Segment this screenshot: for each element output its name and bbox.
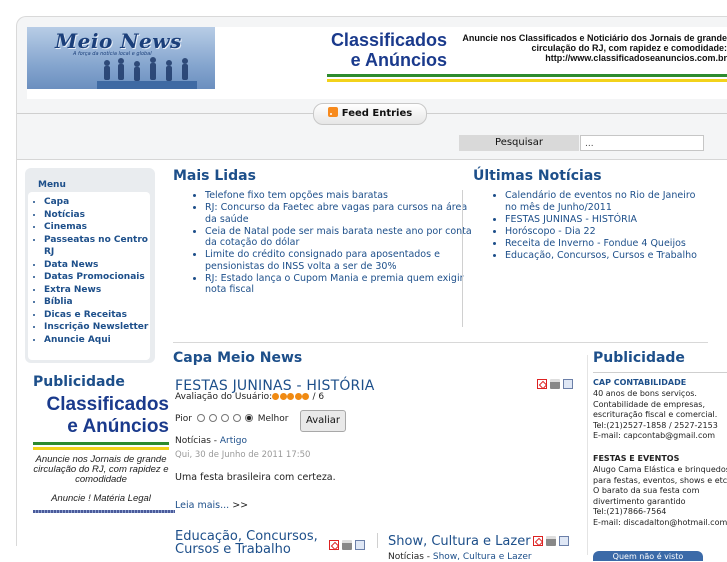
read-more-suffix: >>	[232, 500, 249, 511]
people-silhouettes-icon	[97, 57, 197, 89]
capa-heading: Capa Meio News	[173, 350, 303, 366]
header-stripes	[327, 74, 727, 82]
rating-stars	[272, 392, 310, 402]
melhor-label: Melhor	[257, 414, 289, 424]
print-icon[interactable]	[342, 540, 352, 550]
vote-row: Pior Melhor	[175, 414, 288, 424]
pior-label: Pior	[175, 414, 192, 424]
ultimas-item[interactable]: Calendário de eventos no Rio de Janeiro …	[505, 190, 705, 213]
menu-box: Menu Capa Notícias Cinemas Passeatas no …	[25, 168, 155, 363]
mais-lidas-list: Telefone fixo tem opções mais baratas RJ…	[173, 190, 475, 296]
menu-item-extra-news[interactable]: Extra News	[44, 284, 150, 297]
right-pub-line	[593, 372, 727, 373]
avaliar-button[interactable]: Avaliar	[300, 410, 346, 432]
menu-item-data-news[interactable]: Data News	[44, 259, 150, 272]
menu-item-datas-promocionais[interactable]: Datas Promocionais	[44, 271, 150, 284]
vote-radio-1[interactable]	[196, 414, 205, 422]
ultimas-item[interactable]: Receita de Inverno - Fondue 4 Queijos	[505, 238, 705, 250]
article3-category-link[interactable]: Show, Cultura e Lazer	[433, 552, 532, 562]
mais-lidas-item[interactable]: RJ: Estado lança o Cupom Mania e premia …	[205, 273, 475, 296]
right-publicidade-heading: Publicidade	[593, 350, 685, 366]
left-classificados-line1: Classificados	[46, 394, 170, 415]
header: Meio News A força da notícia local e glo…	[27, 27, 727, 99]
right-publicidade: Publicidade CAP CONTABILIDADE 40 anos de…	[593, 350, 727, 550]
category-prefix: Notícias -	[175, 436, 220, 446]
left-pub-text2: Anuncie ! Matéria Legal	[51, 493, 151, 504]
menu-item-passeatas[interactable]: Passeatas no Centro RJ	[44, 234, 150, 259]
cap-contabilidade-text: 40 anos de bons serviços. Contabilidade …	[593, 389, 718, 440]
right-column-divider	[587, 355, 588, 555]
feed-entries-label: Feed Entries	[341, 108, 413, 119]
pdf-icon[interactable]	[329, 540, 339, 550]
article-category: Notícias - Artigo	[175, 436, 247, 446]
ultimas-noticias-heading: Últimas Notícias	[473, 168, 602, 184]
menu-item-inscricao-newsletter[interactable]: Inscrição Newsletter	[44, 321, 150, 334]
search-label: Pesquisar	[459, 135, 579, 151]
mais-lidas-item[interactable]: Telefone fixo tem opções mais baratas	[205, 190, 475, 202]
column-divider	[462, 190, 463, 327]
mais-lidas-item[interactable]: Ceia de Natal pode ser mais barata neste…	[205, 226, 475, 249]
search-input[interactable]: ...	[580, 135, 704, 151]
ultimas-item[interactable]: Horóscopo - Dia 22	[505, 226, 705, 238]
article2-title[interactable]: Educação, Concursos, Cursos e Trabalho	[175, 530, 320, 556]
menu-item-noticias[interactable]: Notícias	[44, 209, 150, 222]
read-more-row: Leia mais... >>	[175, 500, 248, 511]
read-more-link[interactable]: Leia mais...	[175, 500, 229, 511]
email-icon[interactable]	[355, 540, 365, 550]
menu-item-biblia[interactable]: Bíblia	[44, 296, 150, 309]
article-date: Qui, 30 de Junho de 2011 17:50	[175, 450, 311, 460]
ultimas-noticias-list: Calendário de eventos no Rio de Janeiro …	[473, 190, 705, 262]
left-pub-stripes	[33, 442, 169, 450]
section-divider	[173, 342, 708, 343]
main-content: Menu Capa Notícias Cinemas Passeatas no …	[17, 159, 727, 562]
rss-icon	[327, 107, 338, 117]
article-icons	[537, 379, 576, 389]
left-publicidade-heading: Publicidade	[33, 374, 125, 390]
article3-category-prefix: Notícias -	[388, 552, 433, 562]
classificados-title-line1: Classificados	[330, 30, 447, 50]
festas-eventos-title[interactable]: FESTAS E EVENTOS	[593, 454, 679, 463]
print-icon[interactable]	[550, 379, 560, 389]
classificados-title-line2: e Anúncios	[350, 50, 447, 70]
article2-icons	[329, 540, 368, 550]
classificados-text: Anuncie nos Classificados e Noticiário d…	[462, 33, 727, 63]
article-body: Uma festa brasileira com certeza.	[175, 472, 336, 483]
email-icon[interactable]	[563, 379, 573, 389]
article3-title[interactable]: Show, Cultura e Lazer	[388, 534, 531, 549]
ultimas-item[interactable]: FESTAS JUNINAS - HISTÓRIA	[505, 214, 705, 226]
festas-eventos-text: Alugo Cama Elástica e brinquedos para fe…	[593, 465, 727, 527]
logo-title: Meio News	[55, 29, 182, 53]
menu-item-anuncie-aqui[interactable]: Anuncie Aqui	[44, 334, 150, 347]
article3-category: Notícias - Show, Cultura e Lazer	[388, 552, 532, 562]
vote-radio-4[interactable]	[232, 414, 241, 422]
mais-lidas-item[interactable]: RJ: Concurso da Faetec abre vagas para c…	[205, 202, 475, 225]
left-pub-text: Anuncie nos Jornais de grande circulação…	[33, 454, 169, 485]
cap-contabilidade-title[interactable]: CAP CONTABILIDADE	[593, 378, 686, 387]
rating-label: Avaliação do Usuário:	[175, 392, 273, 402]
category-link[interactable]: Artigo	[220, 436, 247, 446]
vote-radio-2[interactable]	[208, 414, 217, 422]
menu-title: Menu	[38, 180, 66, 190]
left-classificados-title[interactable]: Classificados e Anúncios	[39, 394, 170, 438]
feed-entries-button[interactable]: Feed Entries	[313, 103, 427, 125]
page-frame: Meio News A força da notícia local e glo…	[16, 16, 727, 562]
left-classificados-line2: e Anúncios	[67, 416, 169, 437]
menu-item-dicas-receitas[interactable]: Dicas e Receitas	[44, 309, 150, 322]
meio-news-logo[interactable]: Meio News A força da notícia local e glo…	[27, 27, 215, 89]
left-pub-rule	[33, 510, 175, 513]
article-divider	[377, 533, 378, 548]
mais-lidas-item[interactable]: Limite do crédito consignado para aposen…	[205, 249, 475, 272]
ultimas-item[interactable]: Educação, Concursos, Cursos e Trabalho	[505, 250, 705, 262]
pdf-icon[interactable]	[537, 379, 547, 389]
quem-nao-e-visto-banner[interactable]: Quem não é visto	[593, 551, 703, 561]
rating-row: Avaliação do Usuário: / 6	[175, 392, 324, 402]
menu-item-capa[interactable]: Capa	[44, 196, 150, 209]
menu-item-cinemas[interactable]: Cinemas	[44, 221, 150, 234]
rating-value: / 6	[312, 392, 325, 402]
mais-lidas-heading: Mais Lidas	[173, 168, 256, 184]
classificados-title[interactable]: Classificados e Anúncios	[327, 30, 447, 70]
vote-radio-5[interactable]	[244, 414, 253, 422]
vote-radio-3[interactable]	[220, 414, 229, 422]
menu-list: Capa Notícias Cinemas Passeatas no Centr…	[28, 192, 150, 360]
